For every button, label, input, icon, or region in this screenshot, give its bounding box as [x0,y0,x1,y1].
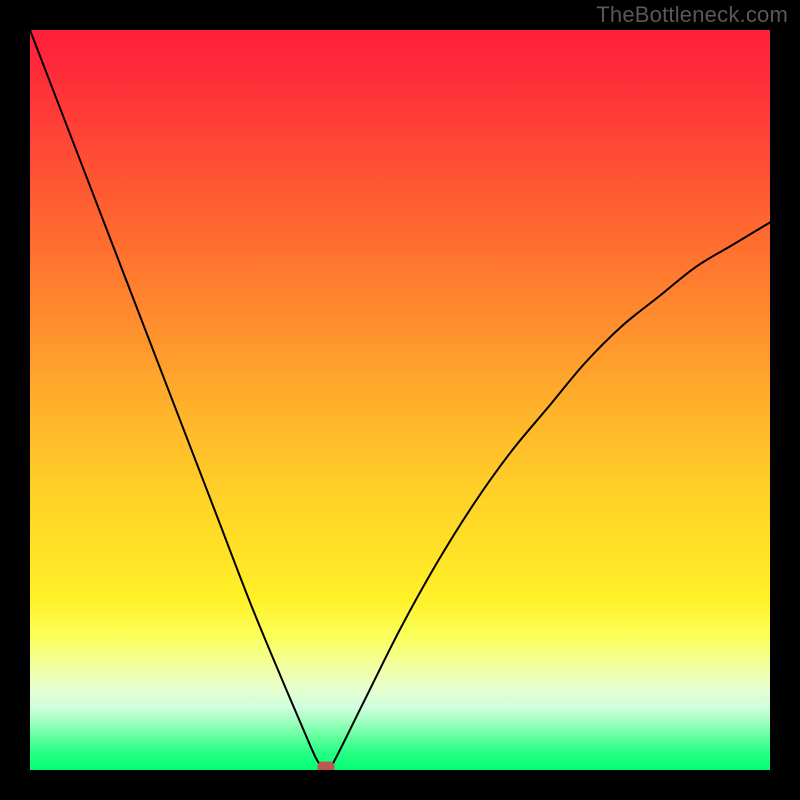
minimum-marker [318,762,334,770]
plot-area [30,30,770,770]
chart-frame: TheBottleneck.com [0,0,800,800]
watermark-text: TheBottleneck.com [596,2,788,28]
bottleneck-curve [30,30,770,770]
curve-layer [30,30,770,770]
